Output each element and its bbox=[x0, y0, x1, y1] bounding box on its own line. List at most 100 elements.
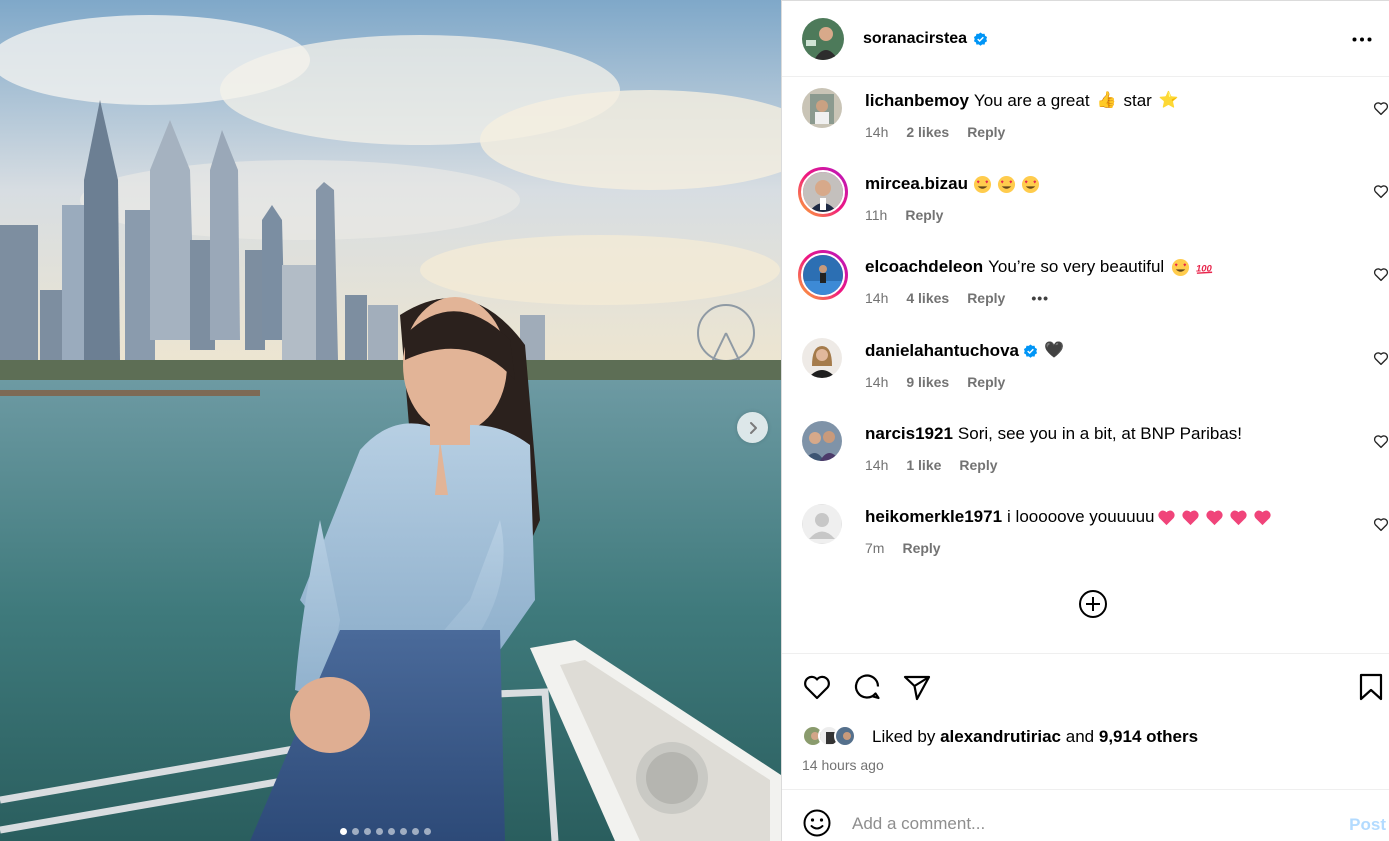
heart-eyes-emoji bbox=[973, 175, 992, 194]
reply-button[interactable]: Reply bbox=[959, 457, 997, 473]
author-username[interactable]: soranacirstea bbox=[863, 30, 967, 48]
post-photo[interactable] bbox=[0, 0, 781, 841]
comment-item: narcis1921 Sori, see you in a bit, at BN… bbox=[782, 411, 1389, 481]
bookmark-icon[interactable] bbox=[1358, 672, 1384, 702]
comment-text: Sori, see you in a bit, at BNP Paribas! bbox=[957, 424, 1243, 443]
comment-likes[interactable]: 9 likes bbox=[906, 374, 949, 390]
thumbs-up-emoji: 👍 bbox=[1096, 92, 1117, 109]
carousel-dot bbox=[424, 828, 431, 835]
load-more-comments-icon[interactable] bbox=[1078, 589, 1108, 619]
like-comment-heart-icon[interactable] bbox=[1372, 99, 1389, 117]
comment-username[interactable]: narcis1921 bbox=[865, 423, 953, 445]
commenter-avatar[interactable] bbox=[798, 167, 848, 217]
pink-heart-emoji bbox=[1253, 508, 1272, 527]
comment-item: heikomerkle1971 i looooove youuuuu 7m Re… bbox=[782, 494, 1389, 564]
comment-options-button[interactable]: ••• bbox=[1031, 290, 1049, 306]
reply-button[interactable]: Reply bbox=[905, 207, 943, 223]
post-actions: Liked by alexandrutiriac and 9,914 other… bbox=[782, 653, 1389, 789]
liker-avatar bbox=[834, 725, 856, 747]
heart-eyes-emoji bbox=[1021, 175, 1040, 194]
first-liker-username[interactable]: alexandrutiriac bbox=[940, 727, 1061, 746]
comment-username[interactable]: elcoachdeleon bbox=[865, 256, 983, 278]
more-horizontal-icon bbox=[1352, 37, 1372, 41]
post-side-panel: soranacirstea lichanbemoy You are a grea… bbox=[781, 0, 1389, 841]
commenter-avatar[interactable] bbox=[802, 338, 842, 378]
post-comment-button[interactable]: Post bbox=[1349, 815, 1386, 835]
carousel-dot bbox=[340, 828, 347, 835]
emoji-icon[interactable] bbox=[802, 808, 832, 838]
comment-input[interactable] bbox=[852, 812, 1322, 836]
reply-button[interactable]: Reply bbox=[967, 374, 1005, 390]
like-comment-heart-icon[interactable] bbox=[1372, 432, 1389, 450]
comment-time: 14h bbox=[865, 374, 889, 390]
comment-username[interactable]: danielahantuchova bbox=[865, 340, 1019, 362]
commenter-avatar[interactable] bbox=[802, 88, 842, 128]
comment-time: 14h bbox=[865, 290, 889, 306]
comment-likes[interactable]: 4 likes bbox=[906, 290, 949, 306]
like-comment-heart-icon[interactable] bbox=[1372, 349, 1389, 367]
carousel-indicator bbox=[340, 828, 431, 835]
carousel-dot bbox=[352, 828, 359, 835]
comment-icon[interactable] bbox=[852, 672, 882, 702]
heart-eyes-emoji bbox=[997, 175, 1016, 194]
comment-composer: Post bbox=[782, 789, 1389, 841]
comment-item: mircea.bizau 11h Reply bbox=[782, 161, 1389, 231]
commenter-avatar[interactable] bbox=[802, 421, 842, 461]
post-header: soranacirstea bbox=[782, 0, 1389, 77]
heart-icon[interactable] bbox=[802, 672, 832, 702]
share-icon[interactable] bbox=[902, 672, 932, 702]
comment-time: 14h bbox=[865, 457, 889, 473]
star-emoji: ⭐ bbox=[1158, 92, 1179, 109]
comment-time: 14h bbox=[865, 124, 889, 140]
like-comment-heart-icon[interactable] bbox=[1372, 515, 1389, 533]
chevron-right-icon bbox=[749, 421, 757, 434]
comment-username[interactable]: lichanbemoy bbox=[865, 90, 969, 112]
like-comment-heart-icon[interactable] bbox=[1372, 265, 1389, 283]
pink-heart-emoji bbox=[1181, 508, 1200, 527]
reply-button[interactable]: Reply bbox=[967, 124, 1005, 140]
verified-icon bbox=[973, 31, 988, 47]
reply-button[interactable]: Reply bbox=[967, 290, 1005, 306]
post-photo-scene bbox=[0, 0, 781, 841]
comment-time: 7m bbox=[865, 540, 885, 556]
likes-and: and bbox=[1065, 727, 1095, 746]
comment-likes[interactable]: 1 like bbox=[906, 457, 941, 473]
likes-others-count[interactable]: 9,914 others bbox=[1099, 727, 1198, 746]
comment-item: elcoachdeleon You’re so very beautiful 1… bbox=[782, 244, 1389, 314]
comment-text: i looooove youuuuu bbox=[1007, 507, 1155, 526]
liker-avatars[interactable] bbox=[802, 725, 856, 747]
more-options-button[interactable] bbox=[1350, 29, 1374, 49]
likes-prefix: Liked by bbox=[872, 727, 936, 746]
pink-heart-emoji bbox=[1205, 508, 1224, 527]
like-comment-heart-icon[interactable] bbox=[1372, 182, 1389, 200]
comment-text: star bbox=[1123, 91, 1152, 110]
commenter-avatar[interactable] bbox=[802, 504, 842, 544]
comment-username[interactable]: mircea.bizau bbox=[865, 173, 968, 195]
carousel-dot bbox=[400, 828, 407, 835]
likes-summary: Liked by alexandrutiriac and 9,914 other… bbox=[872, 727, 1198, 747]
pink-heart-emoji bbox=[1229, 508, 1248, 527]
reply-button[interactable]: Reply bbox=[902, 540, 940, 556]
comment-item: danielahantuchova 🖤 14h 9 likes Reply bbox=[782, 328, 1389, 398]
comment-time: 11h bbox=[865, 207, 888, 223]
comment-username[interactable]: heikomerkle1971 bbox=[865, 506, 1002, 528]
comment-text: You are a great bbox=[973, 91, 1090, 110]
author-avatar[interactable] bbox=[802, 18, 844, 60]
black-heart-emoji: 🖤 bbox=[1043, 342, 1064, 359]
pink-heart-emoji bbox=[1157, 508, 1176, 527]
hundred-points-emoji: 100 bbox=[1195, 258, 1214, 277]
verified-icon bbox=[1023, 343, 1038, 359]
heart-eyes-emoji bbox=[1171, 258, 1190, 277]
comments-list: lichanbemoy You are a great 👍 star ⭐ 14h… bbox=[782, 78, 1389, 653]
post-timestamp[interactable]: 14 hours ago bbox=[802, 757, 884, 773]
carousel-dot bbox=[364, 828, 371, 835]
carousel-dot bbox=[376, 828, 383, 835]
carousel-dot bbox=[388, 828, 395, 835]
commenter-avatar[interactable] bbox=[798, 250, 848, 300]
comment-text: You’re so very beautiful bbox=[988, 257, 1165, 276]
instagram-post-view: soranacirstea lichanbemoy You are a grea… bbox=[0, 0, 1389, 841]
comment-item: lichanbemoy You are a great 👍 star ⭐ 14h… bbox=[782, 78, 1389, 148]
comment-likes[interactable]: 2 likes bbox=[906, 124, 949, 140]
carousel-dot bbox=[412, 828, 419, 835]
carousel-next-button[interactable] bbox=[737, 412, 768, 443]
